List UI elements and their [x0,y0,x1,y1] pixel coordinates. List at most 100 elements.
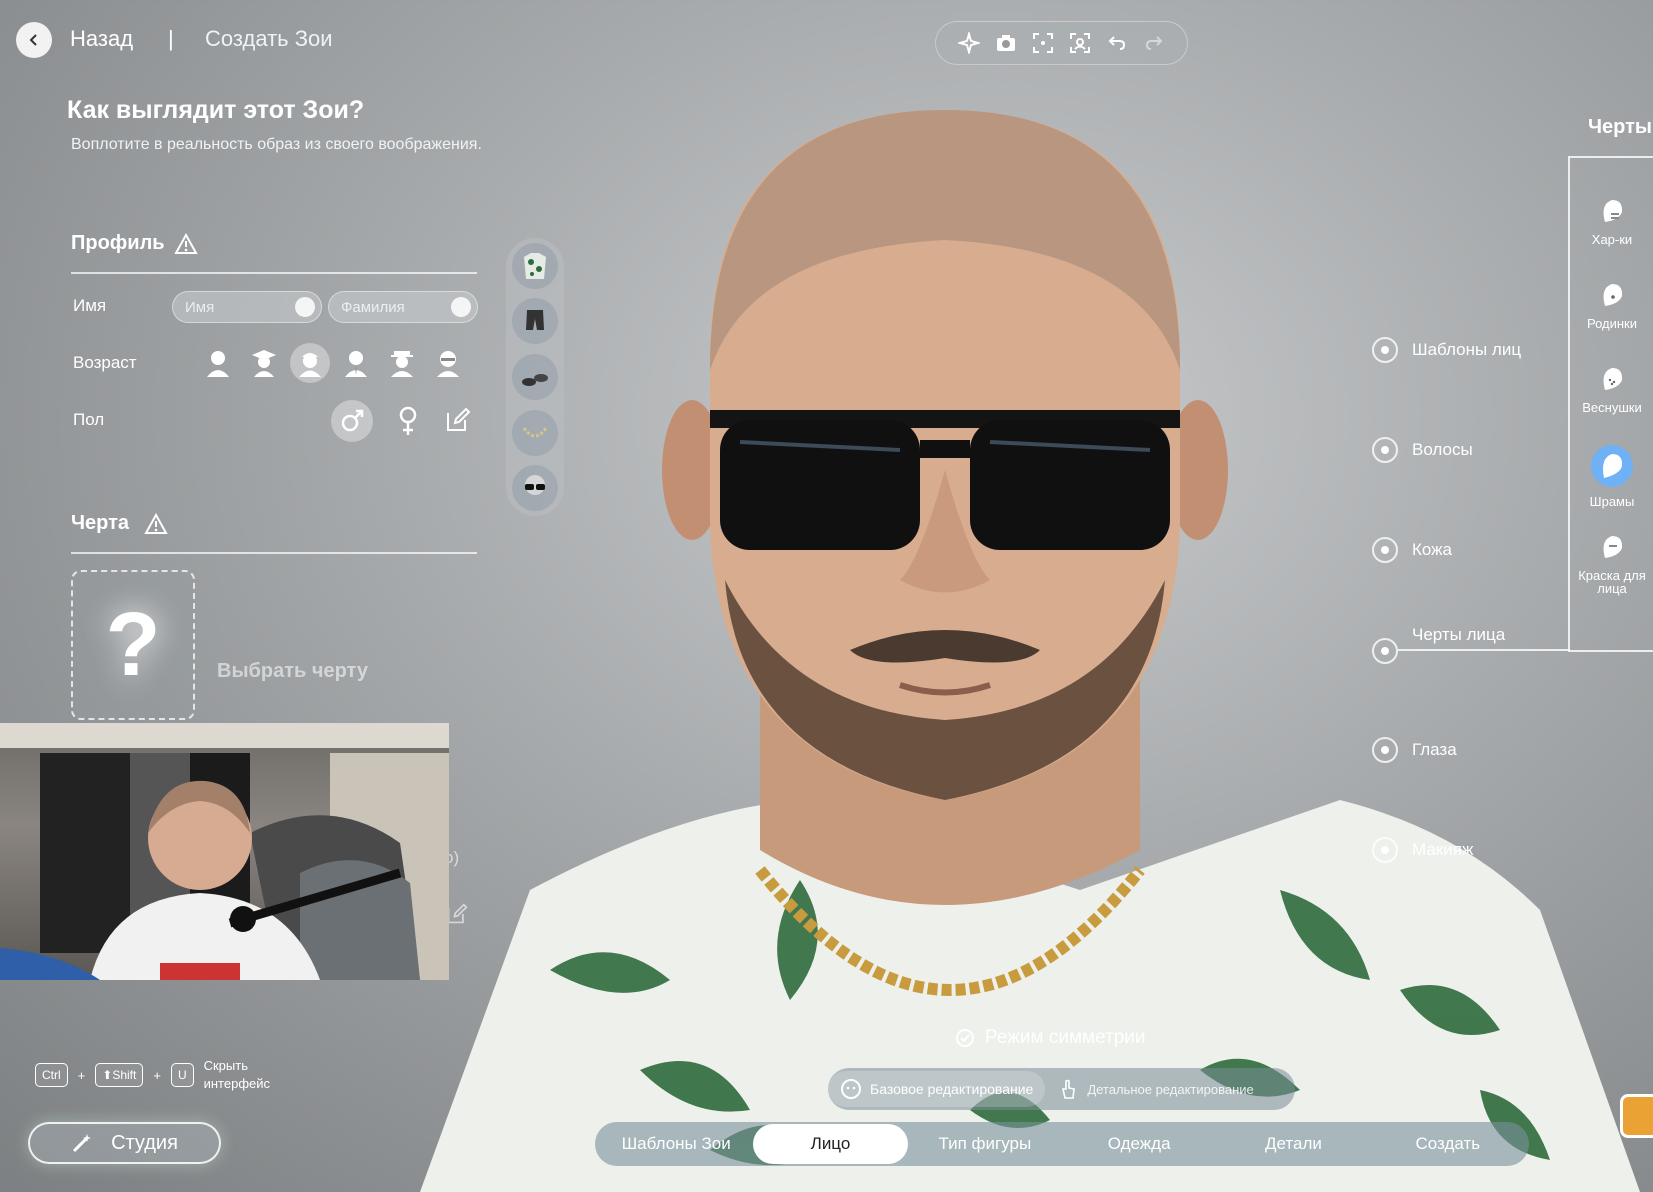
trait-card[interactable]: ? [71,570,195,720]
hand-pointer-icon [1062,1079,1076,1099]
tab-body-type[interactable]: Тип фигуры [908,1124,1062,1164]
tab-details[interactable]: Детали [1216,1124,1370,1164]
marker-face-templates[interactable]: Шаблоны лиц [1372,337,1521,363]
shirt-icon[interactable] [512,242,558,289]
edit-mode-switch: Базовое редактирование Детальное редакти… [828,1068,1295,1110]
page-title: Как выглядит этот Зои? [67,96,365,124]
face-paint-icon [1603,536,1623,558]
plus-sign: + [77,1067,86,1083]
trait-title: Черта [71,512,130,534]
basic-edit-button[interactable]: Базовое редактирование [828,1071,1046,1107]
marker-label: Черты лица [1412,625,1506,644]
camera-icon[interactable] [992,29,1020,57]
pick-trait-label[interactable]: Выбрать черту [217,660,368,683]
marker-connector-line [1398,649,1570,651]
age-student-icon[interactable] [244,343,284,383]
tab-label: Краска для лица [1578,567,1646,597]
age-child-icon[interactable] [198,343,238,383]
marker-hair[interactable]: Волосы [1372,437,1473,463]
name-label: Имя [73,296,107,315]
webcam-overlay [0,723,449,980]
age-middle-icon[interactable] [382,343,422,383]
app-corner-icon[interactable] [1620,1094,1653,1138]
male-icon[interactable] [331,400,373,442]
profile-divider [71,272,477,274]
marker-makeup[interactable]: Макияж [1372,837,1473,863]
symmetry-toggle[interactable]: Режим симметрии [955,1027,1146,1049]
tab-label: Родинки [1586,315,1638,331]
u-key: U [170,1063,194,1088]
studio-button[interactable]: Студия [28,1122,221,1164]
face-scars-icon [1591,445,1633,487]
dice-icon[interactable] [295,297,315,317]
tab-face-paint[interactable]: Краска для лица [1572,532,1652,596]
age-adult-icon[interactable] [336,343,376,383]
tab-moles[interactable]: Родинки [1572,280,1652,330]
age-selector [198,343,468,383]
age-label: Возраст [73,353,137,372]
symmetry-label: Режим симметрии [985,1027,1146,1048]
tab-scars[interactable]: Шрамы [1572,444,1652,508]
traits-panel: Хар-ки Родинки Веснушки Шрамы Краска для… [1568,156,1653,652]
edit-icon[interactable] [445,407,471,438]
bottom-tab-bar: Шаблоны Зои Лицо Тип фигуры Одежда Детал… [595,1122,1529,1166]
tab-create[interactable]: Создать [1371,1124,1525,1164]
first-name-field[interactable]: Имя [172,291,322,323]
outfit-column [506,238,564,516]
necklace-icon[interactable] [512,409,558,456]
female-icon[interactable] [395,405,421,442]
warning-icon [174,233,198,254]
traits-panel-title: Черты [1588,116,1653,138]
profile-title: Профиль [71,232,165,254]
dice-icon[interactable] [451,297,471,317]
back-button[interactable] [16,22,52,58]
age-young-adult-icon[interactable] [290,343,330,383]
age-elder-icon[interactable] [428,343,468,383]
marker-dot [1372,537,1398,563]
marker-skin[interactable]: Кожа [1372,537,1452,563]
marker-dot [1372,337,1398,363]
face-profile-icon [1603,200,1623,222]
tab-zoi-templates[interactable]: Шаблоны Зои [599,1124,753,1164]
marker-eyes[interactable]: Глаза [1372,737,1457,763]
breadcrumb-current: Создать Зои [205,26,333,51]
tab-label: Веснушки [1582,399,1642,415]
hide-ui-text-line1: Скрыть [203,1058,248,1073]
marker-dot [1372,737,1398,763]
marker-dot [1372,837,1398,863]
marker-dot [1372,437,1398,463]
magic-wand-icon [73,1134,92,1153]
sparkle-icon[interactable] [955,29,983,57]
tab-characteristics[interactable]: Хар-ки [1572,196,1652,246]
trait-divider [71,552,477,554]
edit-icon[interactable] [446,903,468,925]
face-icon [841,1079,861,1099]
check-circle-icon [956,1029,974,1047]
breadcrumb-separator: | [168,26,174,51]
warning-icon [144,513,168,534]
question-mark-icon: ? [105,594,161,695]
detailed-edit-button[interactable]: Детальное редактирование [1045,1071,1265,1107]
first-name-placeholder: Имя [185,299,215,316]
ctrl-key: Ctrl [35,1063,68,1088]
focus-icon[interactable] [1029,29,1057,57]
redo-icon[interactable] [1140,29,1168,57]
shorts-icon[interactable] [512,298,558,345]
tab-freckles[interactable]: Веснушки [1572,364,1652,414]
tab-label: Хар-ки [1591,231,1633,247]
shift-key: ⬆Shift [95,1063,144,1088]
back-label[interactable]: Назад [70,26,133,52]
tab-label: Шрамы [1589,493,1635,509]
last-name-field[interactable]: Фамилия [328,291,478,323]
face-scan-icon[interactable] [1066,29,1094,57]
plus-sign: + [153,1067,161,1083]
undo-icon[interactable] [1103,29,1131,57]
tab-clothing[interactable]: Одежда [1062,1124,1216,1164]
shoes-icon[interactable] [512,353,558,400]
detailed-edit-label: Детальное редактирование [1087,1081,1254,1097]
sunglasses-icon[interactable] [512,465,558,512]
hide-ui-text-line2: интерфейс [203,1076,271,1092]
page-subtitle: Воплотите в реальность образ из своего в… [71,136,482,153]
tab-face[interactable]: Лицо [753,1124,908,1164]
marker-label: Глаза [1412,740,1457,759]
